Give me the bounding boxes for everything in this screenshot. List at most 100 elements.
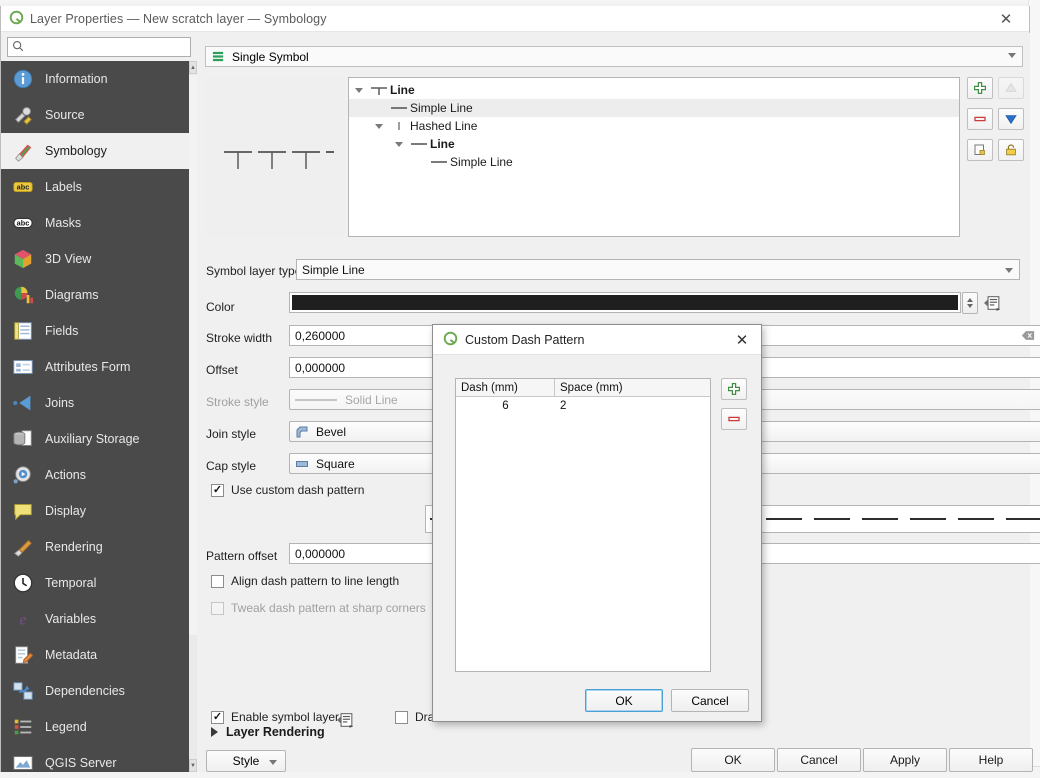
draw-effects-checkbox[interactable]: Dra bbox=[395, 710, 434, 724]
sidebar-item-actions[interactable]: Actions bbox=[1, 457, 189, 493]
dash-pattern-row[interactable]: 62 bbox=[456, 397, 710, 414]
chevron-down-icon bbox=[269, 760, 277, 765]
sidebar-item-label: Attributes Form bbox=[45, 360, 130, 374]
sidebar-item-qgis-server[interactable]: QGIS Server bbox=[1, 745, 189, 772]
apply-button[interactable]: Apply bbox=[863, 748, 947, 772]
sidebar-item-symbology[interactable]: Symbology bbox=[1, 133, 189, 169]
sidebar-item-3d-view[interactable]: 3D View bbox=[1, 241, 189, 277]
scroll-up-icon[interactable]: ▲ bbox=[189, 61, 197, 74]
layer-rendering-label: Layer Rendering bbox=[226, 725, 325, 739]
sidebar-item-dependencies[interactable]: Dependencies bbox=[1, 673, 189, 709]
sidebar-item-label: Auxiliary Storage bbox=[45, 432, 140, 446]
duplicate-layer-button[interactable] bbox=[967, 139, 993, 161]
sidebar-item-information[interactable]: Information bbox=[1, 61, 189, 97]
join-style-value: Bevel bbox=[316, 425, 346, 439]
symbol-layer-type-value: Simple Line bbox=[302, 263, 365, 277]
clear-stroke-width-icon[interactable] bbox=[1019, 326, 1037, 345]
sidebar-scrollbar[interactable]: ▲ ▼ bbox=[189, 61, 197, 772]
space-cell[interactable]: 2 bbox=[555, 397, 710, 414]
tree-item-label: Line bbox=[390, 83, 415, 97]
sidebar-item-fields[interactable]: Fields bbox=[1, 313, 189, 349]
modal-cancel-button[interactable]: Cancel bbox=[671, 689, 749, 712]
sidebar-item-label: QGIS Server bbox=[45, 756, 117, 770]
add-dash-row-button[interactable] bbox=[721, 378, 747, 400]
sidebar-item-rendering[interactable]: Rendering bbox=[1, 529, 189, 565]
modal-ok-button[interactable]: OK bbox=[585, 689, 663, 712]
tree-item-simple-line[interactable]: Simple Line bbox=[349, 99, 959, 117]
cap-style-value: Square bbox=[316, 457, 355, 471]
style-button[interactable]: Style bbox=[206, 750, 286, 772]
hashed-line-marker-icon bbox=[368, 84, 390, 96]
sidebar-item-label: Labels bbox=[45, 180, 82, 194]
close-icon[interactable]: ✕ bbox=[989, 8, 1023, 30]
lock-layer-button[interactable] bbox=[998, 139, 1024, 161]
sidebar-item-label: Variables bbox=[45, 612, 96, 626]
move-up-button[interactable] bbox=[998, 77, 1024, 99]
tree-item-line[interactable]: Line bbox=[349, 135, 959, 153]
sidebar-item-masks[interactable]: abcMasks bbox=[1, 205, 189, 241]
expand-toggle-icon[interactable] bbox=[355, 88, 363, 93]
qgis-icon bbox=[9, 10, 24, 28]
actions-icon bbox=[11, 463, 35, 487]
source-icon bbox=[11, 103, 35, 127]
use-custom-dash-pattern-checkbox[interactable]: ✓ Use custom dash pattern bbox=[211, 483, 364, 497]
color-value bbox=[292, 295, 958, 310]
expand-toggle-icon[interactable] bbox=[395, 142, 403, 147]
search-icon bbox=[12, 40, 24, 55]
expand-toggle-icon[interactable] bbox=[375, 124, 383, 129]
align-dash-pattern-checkbox[interactable]: Align dash pattern to line length bbox=[211, 574, 399, 588]
sidebar-item-auxiliary-storage[interactable]: Auxiliary Storage bbox=[1, 421, 189, 457]
layer-rendering-section-toggle[interactable]: Layer Rendering bbox=[211, 725, 325, 739]
window-titlebar: Layer Properties — New scratch layer — S… bbox=[1, 6, 1029, 32]
chevron-down-icon bbox=[1008, 53, 1016, 58]
sidebar-item-label: Metadata bbox=[45, 648, 97, 662]
tweak-dash-pattern-checkbox[interactable]: Tweak dash pattern at sharp corners bbox=[211, 601, 426, 615]
tree-item-hashed-line[interactable]: Hashed Line bbox=[349, 117, 959, 135]
sidebar-item-metadata[interactable]: Metadata bbox=[1, 637, 189, 673]
sidebar-item-display[interactable]: Display bbox=[1, 493, 189, 529]
close-icon[interactable]: ✕ bbox=[731, 329, 753, 351]
qgis-icon bbox=[443, 331, 458, 349]
symbol-layer-tree[interactable]: LineSimple LineHashed LineLineSimple Lin… bbox=[348, 77, 960, 237]
add-symbol-layer-button[interactable] bbox=[967, 77, 993, 99]
color-swatch-button[interactable] bbox=[289, 292, 961, 313]
remove-symbol-layer-button[interactable] bbox=[967, 108, 993, 130]
ok-button[interactable]: OK bbox=[691, 748, 775, 772]
symbology-icon bbox=[11, 139, 35, 163]
sidebar-item-joins[interactable]: Joins bbox=[1, 385, 189, 421]
sidebar-item-label: Actions bbox=[45, 468, 86, 482]
tree-item-line[interactable]: Line bbox=[349, 81, 959, 99]
search-input[interactable] bbox=[24, 40, 186, 54]
tree-item-simple-line[interactable]: Simple Line bbox=[349, 153, 959, 171]
sidebar-item-legend[interactable]: Legend bbox=[1, 709, 189, 745]
dash-pattern-table[interactable]: Dash (mm) Space (mm) 62 bbox=[455, 378, 711, 672]
sidebar-item-label: Rendering bbox=[45, 540, 103, 554]
line-dash-icon bbox=[388, 102, 410, 114]
remove-dash-row-button[interactable] bbox=[721, 408, 747, 430]
display-icon bbox=[11, 499, 35, 523]
join-style-label: Join style bbox=[206, 424, 256, 444]
sidebar-item-label: Symbology bbox=[45, 144, 107, 158]
sidebar-item-source[interactable]: Source bbox=[1, 97, 189, 133]
sidebar-item-labels[interactable]: abcLabels bbox=[1, 169, 189, 205]
sidebar-item-diagrams[interactable]: Diagrams bbox=[1, 277, 189, 313]
enable-symbol-layer-data-defined-override-icon[interactable] bbox=[335, 709, 357, 730]
symbol-layer-type-combo[interactable]: Simple Line bbox=[296, 259, 1020, 280]
cancel-button[interactable]: Cancel bbox=[777, 748, 861, 772]
color-dropdown-button[interactable] bbox=[962, 292, 978, 314]
dash-cell[interactable]: 6 bbox=[456, 397, 555, 414]
search-box[interactable] bbox=[7, 37, 191, 57]
help-button[interactable]: Help bbox=[949, 748, 1033, 772]
enable-symbol-layer-checkbox[interactable]: ✓ Enable symbol layer bbox=[211, 710, 339, 724]
scrollbar-thumb[interactable] bbox=[189, 75, 197, 635]
renderer-type-combo[interactable]: Single Symbol bbox=[205, 46, 1023, 67]
sidebar-item-attributes-form[interactable]: Attributes Form bbox=[1, 349, 189, 385]
scroll-down-icon[interactable]: ▼ bbox=[189, 759, 197, 772]
sidebar-item-variables[interactable]: eVariables bbox=[1, 601, 189, 637]
solid-line-icon bbox=[295, 396, 337, 404]
chevron-down-icon bbox=[1005, 268, 1013, 273]
sidebar-item-temporal[interactable]: Temporal bbox=[1, 565, 189, 601]
stroke-width-label: Stroke width bbox=[206, 328, 272, 348]
move-down-button[interactable] bbox=[998, 108, 1024, 130]
color-data-defined-override-icon[interactable] bbox=[982, 292, 1004, 313]
